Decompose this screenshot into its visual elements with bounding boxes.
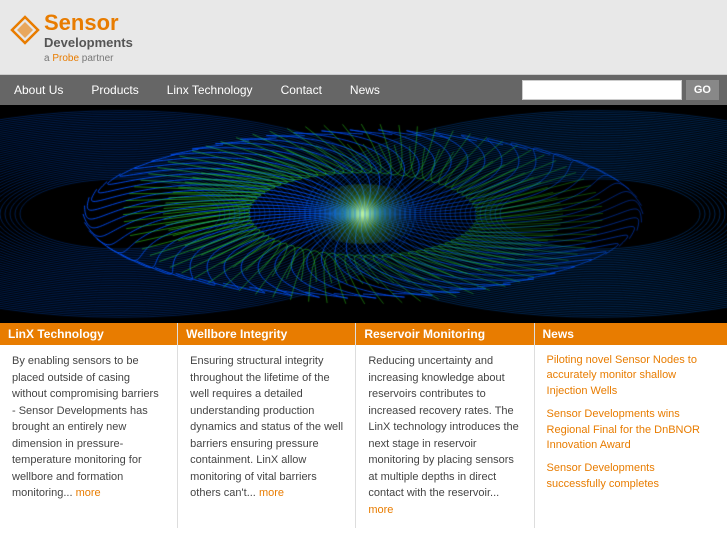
logo-probe-text: a Probe partner xyxy=(44,53,133,64)
news-column: News Piloting novel Sensor Nodes to accu… xyxy=(535,323,727,528)
logo-text-area: Sensor Developments xyxy=(44,10,133,50)
news-item-2[interactable]: Sensor Developments successfully complet… xyxy=(547,461,715,492)
wellbore-header: Wellbore Integrity xyxy=(178,323,355,345)
logo: Sensor Developments a Probe partner xyxy=(10,10,133,64)
wellbore-column: Wellbore Integrity Ensuring structural i… xyxy=(178,323,356,528)
linx-header: LinX Technology xyxy=(0,323,177,345)
linx-more-link[interactable]: more xyxy=(76,487,101,499)
go-button[interactable]: GO xyxy=(686,80,719,100)
nav-contact[interactable]: Contact xyxy=(267,75,336,105)
logo-icon xyxy=(10,15,40,45)
linx-body: By enabling sensors to be placed outside… xyxy=(12,353,165,502)
news-items: Piloting novel Sensor Nodes to accuratel… xyxy=(547,353,715,492)
logo-developments-text: Developments xyxy=(44,36,133,50)
search-input[interactable] xyxy=(522,80,682,100)
logo-sensor-text: Sensor xyxy=(44,10,119,36)
news-item-1[interactable]: Sensor Developments wins Regional Final … xyxy=(547,407,715,453)
nav-items: About Us Products Linx Technology Contac… xyxy=(0,75,394,105)
reservoir-body: Reducing uncertainty and increasing know… xyxy=(368,353,521,518)
logo-name: Sensor Developments xyxy=(10,10,133,50)
nav-bar: About Us Products Linx Technology Contac… xyxy=(0,75,727,105)
nav-products[interactable]: Products xyxy=(77,75,152,105)
nav-news[interactable]: News xyxy=(336,75,394,105)
linx-column: LinX Technology By enabling sensors to b… xyxy=(0,323,178,528)
news-item-0[interactable]: Piloting novel Sensor Nodes to accuratel… xyxy=(547,353,715,399)
search-area: GO xyxy=(522,80,727,100)
header: Sensor Developments a Probe partner xyxy=(0,0,727,75)
reservoir-column: Reservoir Monitoring Reducing uncertaint… xyxy=(356,323,534,528)
news-header: News xyxy=(535,323,727,345)
reservoir-more-link[interactable]: more xyxy=(368,504,393,516)
hero-canvas xyxy=(0,105,727,323)
hero-image xyxy=(0,105,727,323)
wellbore-body: Ensuring structural integrity throughout… xyxy=(190,353,343,502)
content-section: LinX Technology By enabling sensors to b… xyxy=(0,323,727,528)
nav-about-us[interactable]: About Us xyxy=(0,75,77,105)
wellbore-more-link[interactable]: more xyxy=(259,487,284,499)
nav-linx-technology[interactable]: Linx Technology xyxy=(153,75,267,105)
reservoir-header: Reservoir Monitoring xyxy=(356,323,533,345)
